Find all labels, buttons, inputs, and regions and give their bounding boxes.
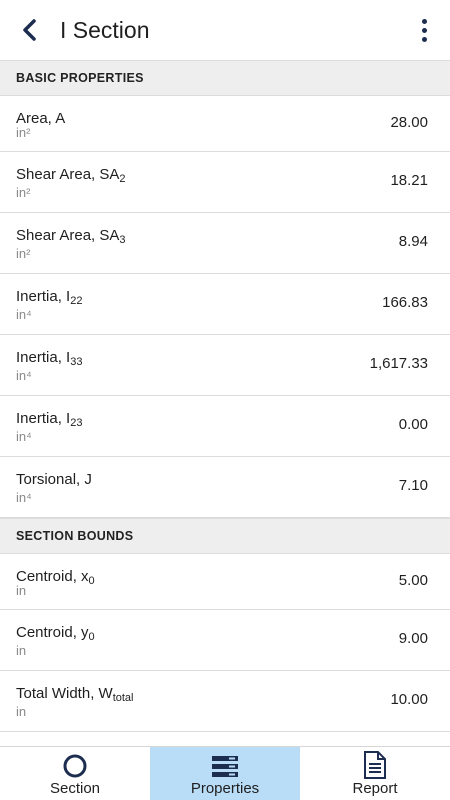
property-label-subscript: 2 xyxy=(119,173,126,185)
property-unit: in⁴ xyxy=(16,490,32,505)
property-value: 0.00 xyxy=(398,416,428,433)
property-label-subscript: 33 xyxy=(70,356,83,368)
property-unit: in⁴ xyxy=(16,307,32,322)
nav-tab-report[interactable]: Report xyxy=(300,747,450,800)
document-icon xyxy=(364,751,386,779)
property-label-subscript: 0 xyxy=(88,575,95,587)
more-vertical-icon-dot xyxy=(421,36,427,42)
property-label: Total Width, Wtotal xyxy=(16,685,133,704)
property-value: 7.10 xyxy=(398,477,428,494)
property-unit: in² xyxy=(16,246,31,261)
property-unit: in xyxy=(16,643,27,658)
more-vertical-icon-dot xyxy=(421,27,427,33)
property-label-subscript: 0 xyxy=(88,631,95,643)
property-value: 28.00 xyxy=(390,114,428,131)
property-row[interactable]: Shear Area, SA3 in² 8.94 xyxy=(0,213,450,274)
nav-tab-section-label: Section xyxy=(49,780,101,797)
property-row[interactable]: Centroid, x0 in 5.00 xyxy=(0,554,450,610)
chevron-left-icon xyxy=(23,19,36,41)
property-label: Inertia, I23 xyxy=(16,410,82,429)
property-label: Inertia, I33 xyxy=(16,349,82,368)
property-row[interactable]: Shear Area, SA2 in² 18.21 xyxy=(0,152,450,213)
property-label-text: Torsional, J xyxy=(16,471,92,488)
property-label: Shear Area, SA3 xyxy=(16,227,126,246)
property-label-subscript: total xyxy=(112,692,134,704)
circle-icon xyxy=(63,754,87,778)
property-label-subscript: 22 xyxy=(70,295,83,307)
property-row[interactable]: Inertia, I22 in⁴ 166.83 xyxy=(0,274,450,335)
property-label-subscript: 23 xyxy=(70,417,83,429)
property-row[interactable]: Torsional, J in⁴ 7.10 xyxy=(0,457,450,518)
property-label-text: Inertia, I xyxy=(16,288,71,305)
property-label-subscript: 3 xyxy=(119,234,126,246)
property-unit: in² xyxy=(16,125,31,140)
property-value: 1,617.33 xyxy=(369,355,428,372)
property-label-text: Shear Area, SA xyxy=(16,166,120,183)
property-row[interactable]: Inertia, I23 in⁴ 0.00 xyxy=(0,396,450,457)
nav-tab-section[interactable]: Section xyxy=(0,747,150,800)
back-button[interactable] xyxy=(0,0,60,60)
more-vertical-icon xyxy=(421,18,427,24)
property-label-text: Centroid, x xyxy=(16,568,89,585)
more-menu-button[interactable] xyxy=(410,14,438,46)
app-bar: I Section xyxy=(0,0,450,60)
section-header: BASIC PROPERTIES xyxy=(0,60,450,96)
properties-list[interactable]: BASIC PROPERTIES Area, Ain² 28.00 Shear Are… xyxy=(0,60,450,746)
property-label-text: Inertia, I xyxy=(16,410,71,427)
property-value: 166.83 xyxy=(382,294,428,311)
property-unit: in² xyxy=(16,185,31,200)
property-unit: in⁴ xyxy=(16,368,32,383)
property-unit: in xyxy=(16,704,27,719)
property-value: 9.00 xyxy=(398,630,428,647)
property-row[interactable]: Area, Ain² 28.00 xyxy=(0,96,450,152)
page-title: I Section xyxy=(60,16,150,43)
property-unit: in xyxy=(16,583,27,598)
property-label: Torsional, J xyxy=(16,471,92,488)
property-row[interactable] xyxy=(0,732,450,746)
property-row[interactable]: Inertia, I33 in⁴ 1,617.33 xyxy=(0,335,450,396)
bottom-navigation: Section Properties Report xyxy=(0,746,450,800)
property-label-text: Centroid, y xyxy=(16,624,89,641)
property-row[interactable]: Total Width, Wtotal in 10.00 xyxy=(0,671,450,732)
property-row[interactable]: Centroid, y0 in 9.00 xyxy=(0,610,450,671)
property-label: Centroid, x0 xyxy=(16,568,95,587)
section-header: SECTION BOUNDS xyxy=(0,518,450,554)
nav-tab-report-label: Report xyxy=(352,780,398,797)
nav-tab-properties-label: Properties xyxy=(190,780,260,797)
property-value: 5.00 xyxy=(398,572,428,589)
property-label: Inertia, I22 xyxy=(16,288,82,307)
property-label-text: Shear Area, SA xyxy=(16,227,120,244)
list-icon xyxy=(212,756,238,777)
property-label: Shear Area, SA2 xyxy=(16,166,126,185)
property-value: 8.94 xyxy=(398,233,428,250)
property-unit: in⁴ xyxy=(16,429,32,444)
nav-tab-properties[interactable]: Properties xyxy=(150,747,300,800)
property-label-text: Total Width, W xyxy=(16,685,113,702)
property-label-text: Inertia, I xyxy=(16,349,71,366)
property-value: 18.21 xyxy=(390,172,428,189)
property-value: 10.00 xyxy=(390,691,428,708)
property-label: Centroid, y0 xyxy=(16,624,95,643)
